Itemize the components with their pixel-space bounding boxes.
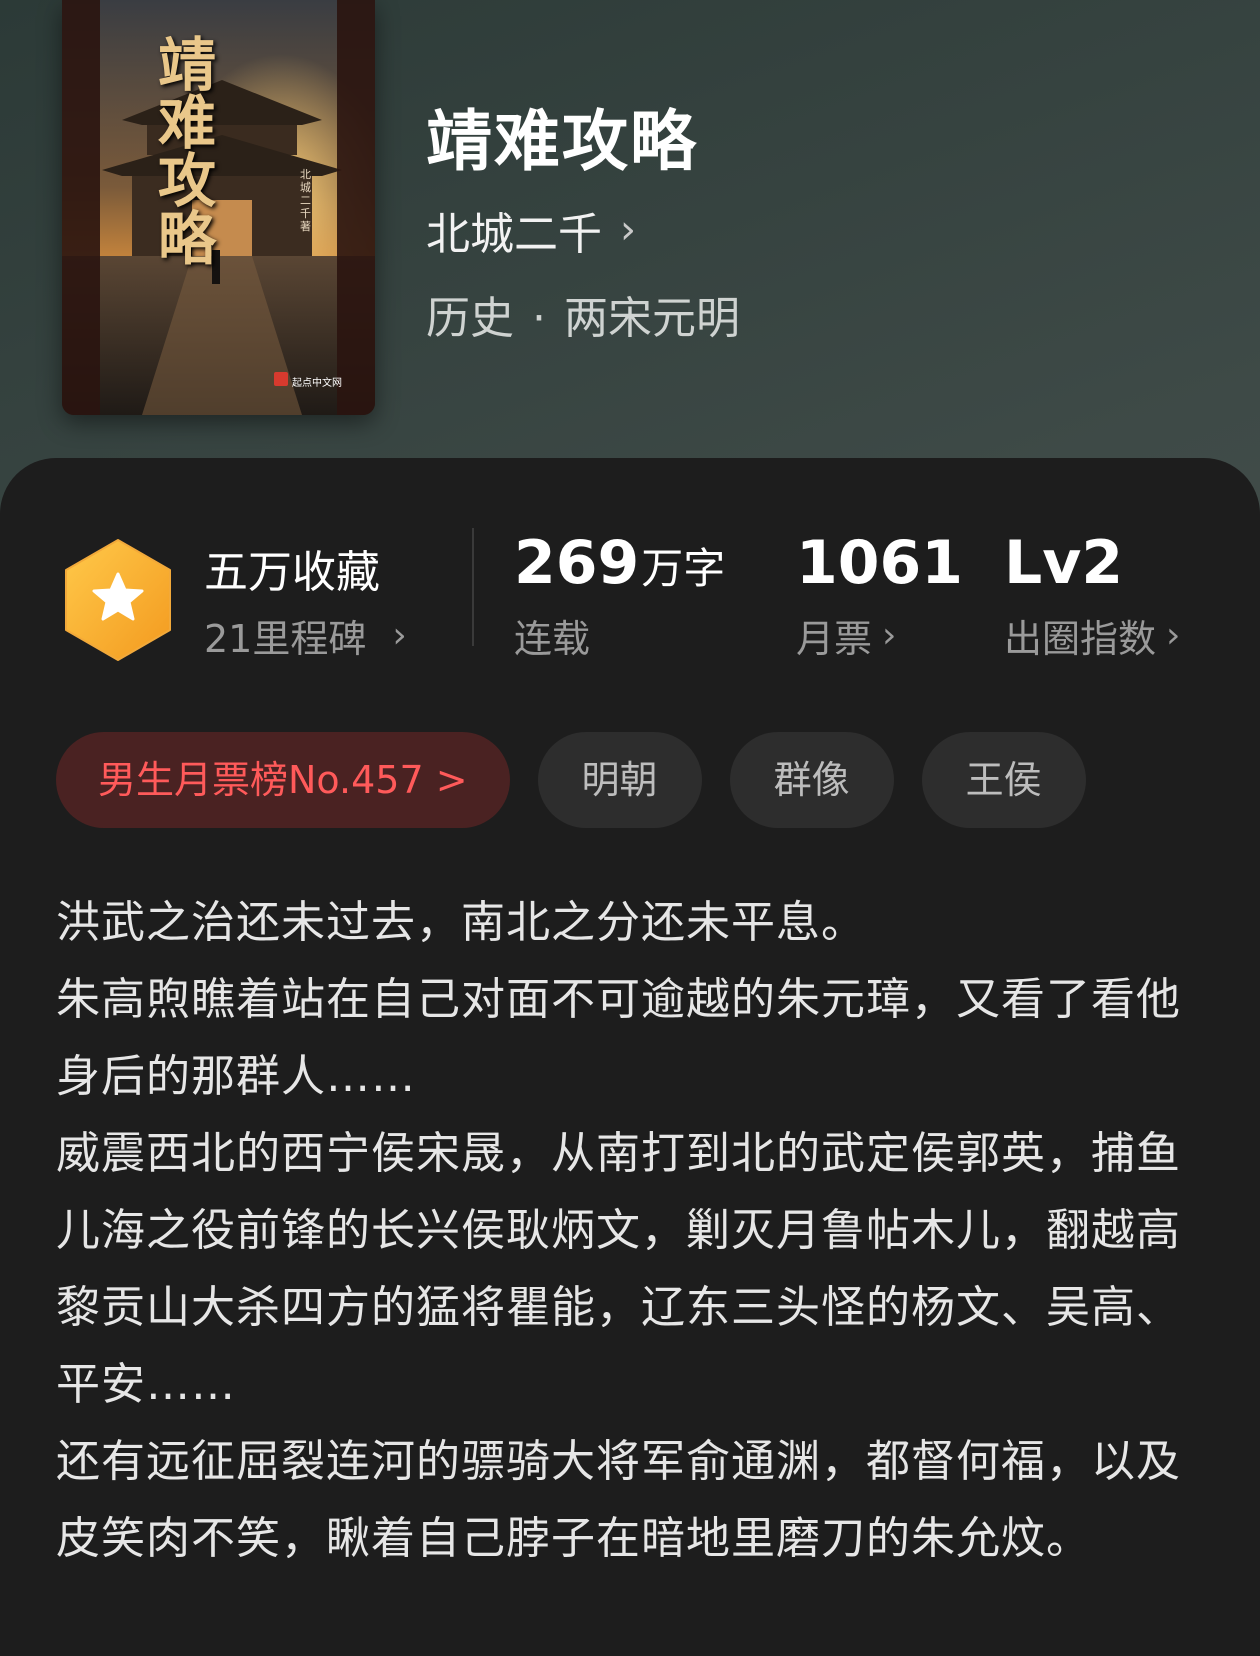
cover-title-text: 靖难攻略 <box>158 31 217 273</box>
chevron-right-icon: › <box>620 207 636 253</box>
book-info-card: 五万收藏 21里程碑 › 269万字 连载 1061 月票 › Lv2 出圈指数… <box>0 458 1260 1656</box>
book-cover[interactable]: 靖难攻略 北城二千著 起点中文网 <box>62 0 375 415</box>
author-link[interactable]: 北城二千 › <box>426 198 636 262</box>
book-title: 靖难攻略 <box>426 102 698 180</box>
synopsis-paragraph: 洪武之治还未过去，南北之分还未平息。 <box>56 897 866 948</box>
category-secondary: 两宋元明 <box>564 293 740 344</box>
word-count-unit: 万字 <box>641 544 726 593</box>
cover-author-text: 北城二千著 <box>300 168 311 233</box>
tag-ming-dynasty[interactable]: 明朝 <box>537 732 702 828</box>
monthly-tickets-value: 1061 <box>796 528 963 598</box>
book-synopsis[interactable]: 洪武之治还未过去，南北之分还未平息。 朱高煦瞧着站在自己对面不可逾越的朱元璋，又… <box>56 884 1206 1577</box>
tag-nobility[interactable]: 王侯 <box>921 732 1086 828</box>
serial-status-label: 连载 <box>514 617 591 661</box>
synopsis-paragraph: 还有远征屈裂连河的骠骑大将军俞通渊，都督何福，以及皮笑肉不笑，瞅着自己脖子在暗地… <box>56 1436 1181 1564</box>
category-primary: 历史 <box>426 293 514 344</box>
popularity-label: 出圈指数 <box>1004 617 1157 661</box>
stats-divider <box>472 528 474 646</box>
separator-dot: · <box>532 293 546 344</box>
monthly-tickets-link[interactable]: 月票 › <box>796 608 896 663</box>
monthly-tickets-label: 月票 <box>796 617 873 661</box>
chevron-right-icon: › <box>392 615 407 656</box>
collection-title: 五万收藏 <box>204 547 380 598</box>
popularity-link[interactable]: 出圈指数 › <box>1004 608 1180 663</box>
monthly-tickets: 1061 <box>796 528 963 598</box>
word-count-value: 269 <box>514 528 640 598</box>
milestone-link[interactable]: 21里程碑 › <box>204 608 407 663</box>
book-category: 历史 · 两宋元明 <box>426 282 740 346</box>
author-name: 北城二千 <box>426 209 602 260</box>
serial-status: 连载 <box>514 608 590 663</box>
cover-publisher-text: 起点中文网 <box>292 378 342 389</box>
chevron-right-icon: › <box>1166 615 1181 656</box>
milestone-label: 21里程碑 <box>204 617 367 661</box>
collection-badge[interactable] <box>62 538 174 666</box>
star-hexagon-icon <box>65 539 171 661</box>
book-header: 靖难攻略 北城二千著 起点中文网 靖难攻略 北城二千 › 历史 · 两宋元明 <box>0 0 1260 470</box>
popularity-index: Lv2 <box>1004 528 1123 598</box>
popularity-value: Lv2 <box>1004 528 1124 598</box>
synopsis-paragraph: 朱高煦瞧着站在自己对面不可逾越的朱元璋，又看了看他身后的那群人…… <box>56 974 1181 1102</box>
synopsis-paragraph: 威震西北的西宁侯宋晟，从南打到北的武定侯郭英，捕鱼儿海之役前锋的长兴侯耿炳文，剿… <box>56 1128 1181 1410</box>
chevron-right-icon: › <box>882 615 897 656</box>
book-detail-page: 靖难攻略 北城二千著 起点中文网 靖难攻略 北城二千 › 历史 · 两宋元明 五… <box>0 0 1260 1656</box>
tag-row: 男生月票榜No.457 > 明朝 群像 王侯 <box>56 732 1086 828</box>
tag-ensemble[interactable]: 群像 <box>729 732 894 828</box>
word-count: 269万字 <box>514 528 725 598</box>
rank-tag[interactable]: 男生月票榜No.457 > <box>56 732 510 828</box>
